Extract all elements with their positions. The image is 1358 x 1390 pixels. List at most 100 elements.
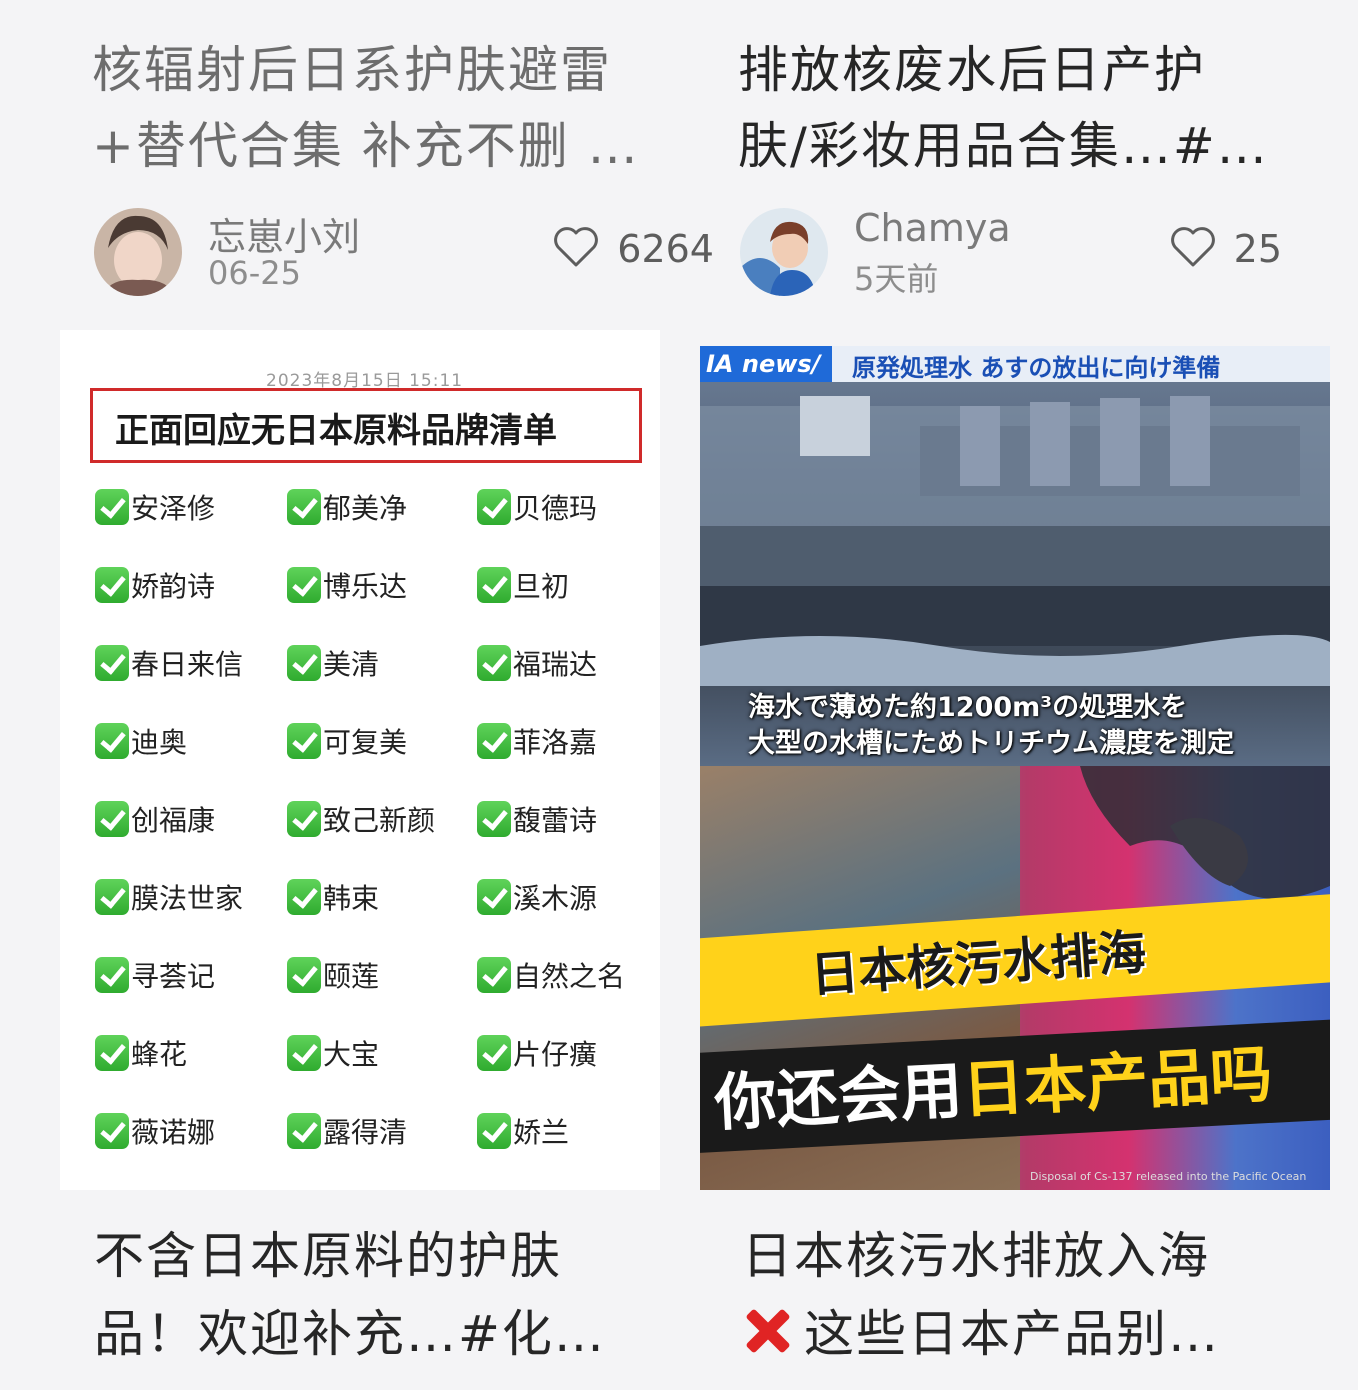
brand-name: 福瑞达: [513, 648, 598, 681]
check-box-icon: [477, 489, 511, 525]
brand-row: 薇诺娜 露得清 娇兰: [95, 1111, 655, 1189]
card-title-line1: 核辐射后日系护肤避雷: [92, 41, 612, 99]
card-title-line1: 不含日本原料的护肤: [94, 1227, 562, 1285]
brand-item: 馥蕾诗: [477, 799, 597, 839]
check-box-icon: [95, 645, 129, 681]
brand-row: 创福康 致己新颜 馥蕾诗: [95, 799, 655, 877]
news-logo: IA news/: [700, 346, 832, 382]
brand-name: 美清: [323, 648, 380, 681]
brand-list-heading-box: 正面回应无日本原料品牌清单: [90, 388, 642, 463]
brand-item: 大宝: [287, 1033, 379, 1073]
check-box-icon: [95, 1113, 129, 1149]
brand-row: 安泽修 郁美净 贝德玛: [95, 487, 655, 565]
check-box-icon: [95, 723, 129, 759]
brand-name: 迪奥: [131, 726, 188, 759]
brand-item: 露得清: [287, 1111, 407, 1151]
brand-name: 安泽修: [131, 492, 216, 525]
check-box-icon: [95, 1035, 129, 1071]
heart-outline-icon: [1170, 226, 1216, 272]
author-row: Chamya 5天前 25: [740, 202, 1282, 302]
brand-name: 溪木源: [513, 882, 598, 915]
brand-grid: 安泽修 郁美净 贝德玛娇韵诗 博乐达 旦初春日来信 美清 福瑞达迪奥 可复美 菲洛嘉创福康 致己新…: [95, 487, 655, 1189]
author-name[interactable]: Chamya: [854, 206, 1011, 250]
check-box-icon: [287, 723, 321, 759]
check-box-icon: [287, 879, 321, 915]
card-title-line1: 日本核污水排放入海: [742, 1227, 1210, 1285]
check-box-icon: [287, 645, 321, 681]
news-caption: 海水で薄めた約1200m³の処理水を 大型の水槽にためトリチウム濃度を測定: [748, 690, 1234, 762]
brand-name: 旦初: [513, 570, 570, 603]
card-title-line2: 这些日本产品别…: [742, 1296, 1220, 1372]
brand-name: 春日来信: [131, 648, 244, 681]
brand-item: 郁美净: [287, 487, 407, 527]
check-box-icon: [95, 801, 129, 837]
brand-name: 膜法世家: [131, 882, 244, 915]
brand-item: 片仔癀: [477, 1033, 597, 1073]
check-box-icon: [477, 645, 511, 681]
check-box-icon: [95, 567, 129, 603]
author-name[interactable]: 忘崽小刘: [208, 206, 360, 261]
avatar[interactable]: [94, 208, 182, 296]
check-box-icon: [477, 879, 511, 915]
banner-text-2-prefix: 你还会用: [712, 1053, 965, 1140]
brand-name: 贝德玛: [513, 492, 598, 525]
news-caption-line1: 海水で薄めた約1200m³の処理水を: [748, 692, 1188, 723]
brand-item: 春日来信: [95, 643, 243, 683]
brand-row: 娇韵诗 博乐达 旦初: [95, 565, 655, 643]
check-box-icon: [477, 723, 511, 759]
brand-item: 迪奥: [95, 721, 187, 761]
brand-item: 安泽修: [95, 487, 215, 527]
like-button[interactable]: 25: [1170, 224, 1282, 274]
check-box-icon: [477, 1035, 511, 1071]
brand-name: 露得清: [323, 1116, 408, 1149]
check-box-icon: [287, 1113, 321, 1149]
card-title-line1: 排放核废水后日产护: [738, 41, 1206, 99]
brand-name: 菲洛嘉: [513, 726, 598, 759]
heart-outline-icon: [553, 226, 599, 272]
card-title-line2: +替代合集 补充不删 …: [92, 117, 640, 175]
card-title-line2: 品！欢迎补充…#化…: [94, 1305, 606, 1363]
brand-row: 寻荟记 颐莲 自然之名: [95, 955, 655, 1033]
card-title-line2-text: 这些日本产品别…: [804, 1305, 1220, 1363]
brand-item: 致己新颜: [287, 799, 435, 839]
brand-row: 蜂花 大宝 片仔癀: [95, 1033, 655, 1111]
brand-name: 娇兰: [513, 1116, 570, 1149]
brand-name: 颐莲: [323, 960, 380, 993]
brand-name: 薇诺娜: [131, 1116, 216, 1149]
brand-item: 颐莲: [287, 955, 379, 995]
brand-item: 膜法世家: [95, 877, 243, 917]
brand-name: 韩束: [323, 882, 380, 915]
like-count: 25: [1233, 227, 1282, 271]
brand-item: 自然之名: [477, 955, 625, 995]
brand-list-heading: 正面回应无日本原料品牌清单: [115, 411, 557, 451]
brand-item: 溪木源: [477, 877, 597, 917]
news-cover-image: IA news/ 原発処理水 あすの放出に向け準備 海水で薄めた約1200m³の…: [700, 346, 1330, 1190]
news-caption-line2: 大型の水槽にためトリチウム濃度を測定: [748, 728, 1234, 759]
check-box-icon: [95, 879, 129, 915]
post-date: 5天前: [854, 260, 939, 298]
brand-name: 自然之名: [513, 960, 626, 993]
avatar[interactable]: [740, 208, 828, 296]
check-box-icon: [287, 489, 321, 525]
brand-item: 旦初: [477, 565, 569, 605]
check-box-icon: [95, 489, 129, 525]
brand-name: 郁美净: [323, 492, 408, 525]
check-box-icon: [287, 567, 321, 603]
author-row: 忘崽小刘 06-25 6264: [94, 202, 714, 302]
news-collage: 日本核污水排海 你还会用日本产品吗 Disposal of Cs-137 rel…: [700, 766, 1330, 1190]
brand-name: 蜂花: [131, 1038, 188, 1071]
brand-item: 可复美: [287, 721, 407, 761]
brand-name: 馥蕾诗: [513, 804, 598, 837]
brand-item: 薇诺娜: [95, 1111, 215, 1151]
check-box-icon: [477, 957, 511, 993]
brand-list-image: 2023年8月15日 15:11 正面回应无日本原料品牌清单 安泽修 郁美净 贝德玛…: [60, 330, 660, 1190]
check-box-icon: [477, 567, 511, 603]
brand-name: 创福康: [131, 804, 216, 837]
brand-row: 迪奥 可复美 菲洛嘉: [95, 721, 655, 799]
brand-item: 创福康: [95, 799, 215, 839]
brand-name: 致己新颜: [323, 804, 436, 837]
check-box-icon: [287, 957, 321, 993]
brand-item: 娇韵诗: [95, 565, 215, 605]
check-box-icon: [287, 1035, 321, 1071]
brand-item: 寻荟记: [95, 955, 215, 995]
